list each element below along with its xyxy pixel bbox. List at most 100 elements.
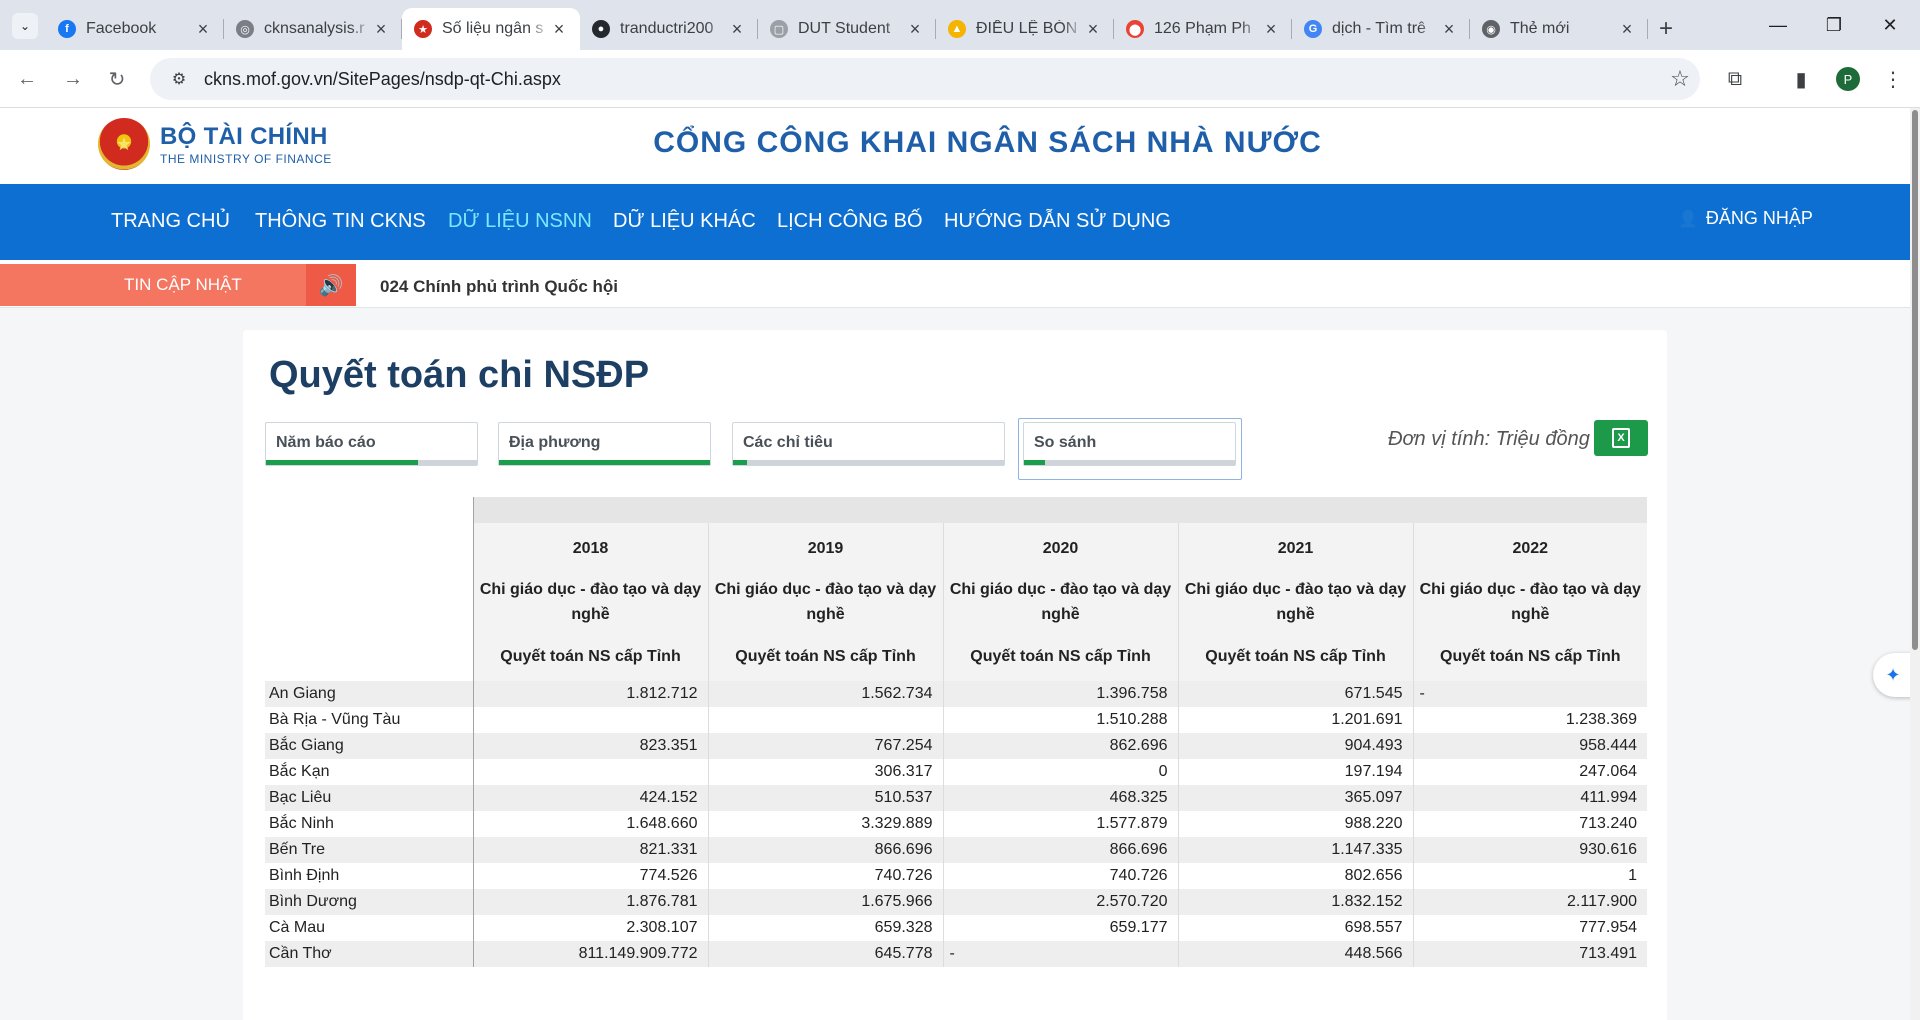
nav-du-lieu-nsnn[interactable]: DỮ LIỆU NSNN	[448, 210, 592, 233]
minimize-icon: —	[1769, 14, 1787, 35]
province-cell: Cần Thơ	[265, 941, 474, 967]
assistant-sparkle-button[interactable]: ✦	[1873, 653, 1910, 697]
column-category-header[interactable]: Chi giáo dục - đào tạo và dạy nghề	[707, 573, 943, 631]
value-cell: 2.570.720	[942, 889, 1178, 915]
close-window-button[interactable]: ✕	[1862, 0, 1918, 50]
province-cell: Bình Dương	[265, 889, 474, 915]
nav-huong-dan-su-dung[interactable]: HƯỚNG DẪN SỬ DỤNG	[944, 210, 1171, 233]
nav-du-lieu-khac[interactable]: DỮ LIỆU KHÁC	[613, 210, 756, 233]
close-tab-icon[interactable]: ×	[1262, 19, 1280, 40]
browser-tab-bar: ⌄ f Facebook × ◎ cknsanalysis.r × ★ Số liệu ngâ…	[0, 0, 1920, 50]
tab-search-button[interactable]: ⌄	[12, 13, 38, 39]
minimize-button[interactable]: —	[1750, 0, 1806, 50]
province-cell: Cà Mau	[265, 915, 474, 941]
value-cell: 2.308.107	[472, 915, 708, 941]
page-icon: ▢	[770, 20, 788, 38]
table-row: Bình Dương 1.876.781 1.675.966 2.570.720 1.8…	[265, 889, 1647, 915]
site-settings-icon[interactable]: ⚙	[162, 69, 196, 89]
tab-title: Facebook	[86, 20, 157, 37]
column-year-header[interactable]: 2019	[707, 523, 943, 573]
news-ticker: TIN CẬP NHẬT 🔊 024 Chính phủ trình Quốc …	[0, 260, 1910, 308]
column-sub-header[interactable]: Quyết toán NS cấp Tỉnh	[942, 631, 1178, 681]
filter-nam-bao-cao[interactable]: Năm báo cáo	[265, 422, 478, 466]
browser-menu-button[interactable]: ⋮	[1878, 64, 1908, 94]
nav-trang-chu[interactable]: TRANG CHỦ	[111, 210, 230, 233]
value-cell: 740.726	[942, 863, 1178, 889]
puzzle-icon: ⧉	[1727, 67, 1743, 90]
value-cell: 247.064	[1412, 759, 1647, 785]
filter-progress-track	[266, 460, 477, 465]
column-year-header[interactable]: 2018	[472, 523, 708, 573]
filter-cac-chi-tieu[interactable]: Các chỉ tiêu	[732, 422, 1005, 466]
nav-lich-cong-bo[interactable]: LỊCH CÔNG BỐ	[777, 210, 923, 233]
filter-progress-fill	[1024, 460, 1046, 465]
filter-so-sanh[interactable]: So sánh	[1023, 422, 1236, 466]
value-cell: 1.510.288	[942, 707, 1178, 733]
browser-tab[interactable]: Gdịch - Tìm trê ×	[1292, 8, 1470, 50]
column-year-header[interactable]: 2022	[1412, 523, 1647, 573]
filter-label: Các chỉ tiêu	[743, 434, 833, 451]
column-category-header[interactable]: Chi giáo dục - đào tạo và dạy nghề	[942, 573, 1178, 631]
close-tab-icon[interactable]: ×	[1084, 19, 1102, 40]
filter-label: So sánh	[1034, 434, 1097, 451]
province-cell: Bến Tre	[265, 837, 474, 863]
browser-tab[interactable]: ▢ DUT Student ×	[758, 8, 936, 50]
nav-thong-tin-ckns[interactable]: THÔNG TIN CKNS	[255, 210, 426, 233]
column-sub-header[interactable]: Quyết toán NS cấp Tỉnh	[1412, 631, 1647, 681]
browser-tab[interactable]: ⬤ 126 Phạm Ph ×	[1114, 8, 1292, 50]
maps-icon: ⬤	[1126, 20, 1144, 38]
value-cell: 1.648.660	[472, 811, 708, 837]
browser-tab[interactable]: ★ Số liệu ngân s ×	[402, 8, 580, 50]
browser-tab[interactable]: f Facebook ×	[46, 8, 224, 50]
browser-tab[interactable]: ◉ Thẻ mới ×	[1470, 8, 1648, 50]
close-tab-icon[interactable]: ×	[906, 19, 924, 40]
value-cell: 468.325	[942, 785, 1178, 811]
column-category-header[interactable]: Chi giáo dục - đào tạo và dạy nghề	[1177, 573, 1413, 631]
facebook-icon: f	[58, 20, 76, 38]
close-tab-icon[interactable]: ×	[372, 19, 390, 40]
new-tab-button[interactable]: +	[1648, 8, 1684, 50]
close-tab-icon[interactable]: ×	[1440, 19, 1458, 40]
scrollbar-thumb[interactable]	[1912, 110, 1918, 650]
browser-tab[interactable]: ◎ cknsanalysis.r ×	[224, 8, 402, 50]
filter-progress-fill	[266, 460, 418, 465]
close-tab-icon[interactable]: ×	[550, 19, 568, 40]
extensions-button[interactable]: ⧉	[1720, 64, 1750, 94]
data-table-container[interactable]: 2018 2019 2020 2021 2022 Chi giáo dục - đào t…	[265, 497, 1647, 975]
table-row: Bến Tre 821.331 866.696 866.696 1.147.335 930…	[265, 837, 1647, 863]
close-tab-icon[interactable]: ×	[1618, 19, 1636, 40]
value-cell: 904.493	[1177, 733, 1413, 759]
page-scrollbar[interactable]	[1910, 108, 1920, 1020]
restore-icon: ❐	[1825, 14, 1843, 35]
value-cell: 713.491	[1412, 941, 1647, 967]
browser-tab[interactable]: ● tranductri200 ×	[580, 8, 758, 50]
value-cell: 740.726	[707, 863, 943, 889]
browser-tab[interactable]: ▲ ĐIỀU LỆ BÓN ×	[936, 8, 1114, 50]
site-header: ★ BỘ TÀI CHÍNH THE MINISTRY OF FINANCE C…	[0, 108, 1910, 184]
forward-button[interactable]: →	[58, 64, 88, 94]
side-panel-button[interactable]: ▮	[1786, 64, 1816, 94]
close-tab-icon[interactable]: ×	[194, 19, 212, 40]
back-button[interactable]: ←	[12, 64, 42, 94]
bookmark-star-icon[interactable]: ☆	[1660, 66, 1700, 92]
close-tab-icon[interactable]: ×	[728, 19, 746, 40]
column-sub-header[interactable]: Quyết toán NS cấp Tỉnh	[707, 631, 943, 681]
table-row: Bà Rịa - Vũng Tàu 1.510.288 1.201.691 1.238…	[265, 707, 1647, 733]
filter-dia-phuong[interactable]: Địa phương	[498, 422, 711, 466]
value-cell: 197.194	[1177, 759, 1413, 785]
address-bar[interactable]: ⚙ ckns.mof.gov.vn/SitePages/nsdp-qt-Chi.…	[150, 58, 1700, 100]
column-year-header[interactable]: 2020	[942, 523, 1178, 573]
column-category-header[interactable]: Chi giáo dục - đào tạo và dạy nghề	[472, 573, 708, 631]
column-year-header[interactable]: 2021	[1177, 523, 1413, 573]
url-text[interactable]: ckns.mof.gov.vn/SitePages/nsdp-qt-Chi.as…	[204, 69, 1660, 90]
login-link[interactable]: 👤 ĐĂNG NHẬP	[1678, 208, 1813, 229]
column-sub-header[interactable]: Quyết toán NS cấp Tỉnh	[1177, 631, 1413, 681]
export-excel-button[interactable]: X	[1594, 420, 1648, 456]
column-category-header[interactable]: Chi giáo dục - đào tạo và dạy nghề	[1412, 573, 1647, 631]
column-sub-header[interactable]: Quyết toán NS cấp Tỉnh	[472, 631, 708, 681]
reload-button[interactable]: ↻	[102, 64, 132, 94]
table-row: Bắc Ninh 1.648.660 3.329.889 1.577.879 988.2…	[265, 811, 1647, 837]
restore-button[interactable]: ❐	[1806, 0, 1862, 50]
ticker-text[interactable]: 024 Chính phủ trình Quốc hội	[380, 277, 618, 297]
profile-avatar[interactable]: P	[1836, 67, 1860, 91]
